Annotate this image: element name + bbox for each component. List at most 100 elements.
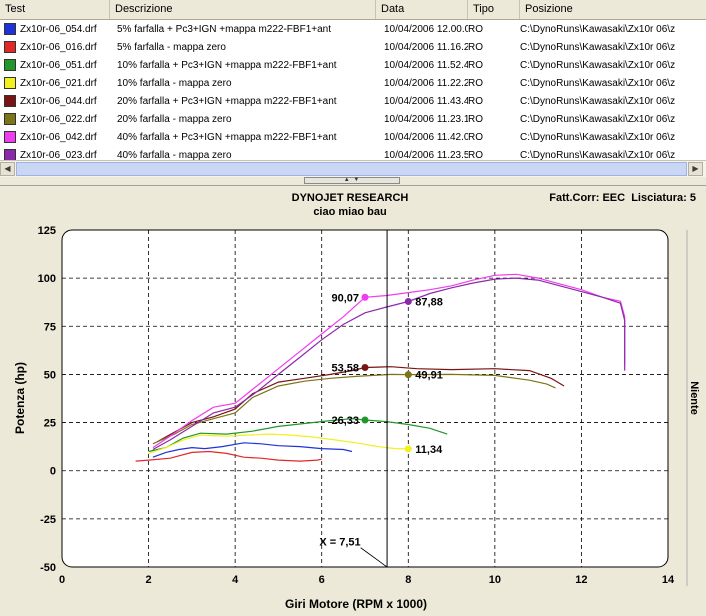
- cell-test: Zx10r-06_016.drf: [0, 41, 110, 53]
- scrollbar-thumb[interactable]: [16, 162, 687, 176]
- run-filename: Zx10r-06_042.drf: [20, 131, 97, 143]
- run-filename: Zx10r-06_021.drf: [20, 77, 97, 89]
- y-tick-label: 125: [38, 225, 56, 237]
- x-axis-label: Giri Motore (RPM x 1000): [285, 597, 427, 611]
- value-marker: [361, 416, 369, 424]
- cell-descrizione: 20% farfalla - mappa zero: [117, 113, 232, 125]
- y-tick-label: -25: [40, 514, 56, 526]
- scroll-right-icon[interactable]: ▶: [688, 162, 703, 176]
- cell-descrizione: 40% farfalla - mappa zero: [117, 149, 232, 161]
- plot-area: [61, 229, 669, 568]
- x-tick-label: 0: [59, 574, 65, 586]
- cell-test: Zx10r-06_021.drf: [0, 77, 110, 89]
- y-axis-label: Potenza (hp): [13, 362, 27, 434]
- y-tick-label: 25: [44, 418, 56, 430]
- cell-tipo: RO: [468, 149, 483, 161]
- value-marker: [404, 297, 412, 305]
- splitter-grip-icon[interactable]: ▲ ▼: [304, 177, 400, 184]
- cursor-label: X = 7,51: [319, 537, 360, 549]
- value-marker-label: 90,07: [331, 292, 359, 304]
- cell-posizione: C:\DynoRuns\Kawasaki\Zx10r 06\z: [520, 23, 676, 35]
- cell-posizione: C:\DynoRuns\Kawasaki\Zx10r 06\z: [520, 95, 676, 107]
- table-row[interactable]: Zx10r-06_021.drf 10% farfalla - mappa zer…: [0, 74, 706, 92]
- cell-descrizione: 10% farfalla + Pc3+IGN +mappa m222-FBF1+…: [117, 59, 337, 71]
- chart-title: DYNOJET RESEARCH: [292, 192, 409, 204]
- right-panel-label: Niente: [688, 381, 700, 415]
- cell-descrizione: 40% farfalla + Pc3+IGN +mappa m222-FBF1+…: [117, 131, 337, 143]
- table-row[interactable]: Zx10r-06_044.drf 20% farfalla + Pc3+IGN +…: [0, 92, 706, 110]
- cell-posizione: C:\DynoRuns\Kawasaki\Zx10r 06\z: [520, 59, 676, 71]
- cell-tipo: RO: [468, 113, 483, 125]
- cell-data: 10/04/2006 11.52.48: [384, 59, 468, 71]
- run-color-swatch[interactable]: [4, 131, 16, 143]
- value-marker-label: 49,91: [415, 370, 443, 382]
- cell-tipo: RO: [468, 95, 483, 107]
- run-color-swatch[interactable]: [4, 77, 16, 89]
- run-filename: Zx10r-06_054.drf: [20, 23, 97, 35]
- table-row[interactable]: Zx10r-06_022.drf 20% farfalla - mappa zer…: [0, 110, 706, 128]
- cell-data: 10/04/2006 11.23.50: [384, 149, 468, 161]
- table-body: Zx10r-06_054.drf 5% farfalla + Pc3+IGN +m…: [0, 20, 706, 161]
- run-filename: Zx10r-06_044.drf: [20, 95, 97, 107]
- cell-posizione: C:\DynoRuns\Kawasaki\Zx10r 06\z: [520, 41, 676, 53]
- column-header-descrizione[interactable]: Descrizione: [110, 0, 376, 19]
- x-tick-label: 8: [405, 574, 411, 586]
- table-row[interactable]: Zx10r-06_042.drf 40% farfalla + Pc3+IGN +…: [0, 128, 706, 146]
- cell-test: Zx10r-06_042.drf: [0, 131, 110, 143]
- run-color-swatch[interactable]: [4, 59, 16, 71]
- value-marker: [361, 364, 369, 372]
- table-row[interactable]: Zx10r-06_023.drf 40% farfalla - mappa zer…: [0, 146, 706, 161]
- cell-descrizione: 5% farfalla + Pc3+IGN +mappa m222-FBF1+a…: [117, 23, 331, 35]
- dyno-chart-panel: X = 7,51 90,07 87,88 53,58 49,91 26,33 11,34 …: [0, 186, 706, 616]
- value-marker-label: 11,34: [415, 444, 443, 456]
- column-header-posizione[interactable]: Posizione: [520, 0, 706, 19]
- cell-descrizione: 5% farfalla - mappa zero: [117, 41, 226, 53]
- column-header-test[interactable]: Test: [0, 0, 110, 19]
- cell-descrizione: 20% farfalla + Pc3+IGN +mappa m222-FBF1+…: [117, 95, 337, 107]
- cell-tipo: RO: [468, 41, 483, 53]
- cell-data: 10/04/2006 11.42.00: [384, 131, 468, 143]
- cell-test: Zx10r-06_054.drf: [0, 23, 110, 35]
- cell-test: Zx10r-06_051.drf: [0, 59, 110, 71]
- table-row[interactable]: Zx10r-06_051.drf 10% farfalla + Pc3+IGN +…: [0, 56, 706, 74]
- cell-data: 10/04/2006 11.16.22: [384, 41, 468, 53]
- value-marker-label: 26,33: [331, 415, 359, 427]
- table-header: Test Descrizione Data Tipo Posizione: [0, 0, 706, 20]
- x-tick-label: 12: [575, 574, 587, 586]
- correction-info: Fatt.Corr: EEC Lisciatura: 5: [549, 192, 696, 204]
- cell-data: 10/04/2006 11.23.18: [384, 113, 468, 125]
- y-tick-label: 0: [50, 466, 56, 478]
- cell-descrizione: 10% farfalla - mappa zero: [117, 77, 232, 89]
- cell-tipo: RO: [468, 23, 483, 35]
- horizontal-scrollbar[interactable]: ◀ ▶: [0, 160, 706, 177]
- run-color-swatch[interactable]: [4, 41, 16, 53]
- run-color-swatch[interactable]: [4, 95, 16, 107]
- y-tick-label: 75: [44, 321, 56, 333]
- scroll-left-icon[interactable]: ◀: [0, 162, 15, 176]
- cell-data: 10/04/2006 11.22.26: [384, 77, 468, 89]
- cell-posizione: C:\DynoRuns\Kawasaki\Zx10r 06\z: [520, 77, 676, 89]
- cell-posizione: C:\DynoRuns\Kawasaki\Zx10r 06\z: [520, 149, 676, 161]
- run-filename: Zx10r-06_051.drf: [20, 59, 97, 71]
- value-marker-label: 53,58: [331, 363, 359, 375]
- table-row[interactable]: Zx10r-06_054.drf 5% farfalla + Pc3+IGN +m…: [0, 20, 706, 38]
- y-tick-label: -50: [40, 562, 56, 574]
- y-tick-label: 100: [38, 273, 56, 285]
- run-color-swatch[interactable]: [4, 23, 16, 35]
- value-marker: [404, 445, 412, 453]
- x-tick-label: 14: [662, 574, 675, 586]
- panel-splitter[interactable]: ▲ ▼: [0, 177, 706, 186]
- table-row[interactable]: Zx10r-06_016.drf 5% farfalla - mappa zero…: [0, 38, 706, 56]
- cell-posizione: C:\DynoRuns\Kawasaki\Zx10r 06\z: [520, 131, 676, 143]
- cell-data: 10/04/2006 12.00.04: [384, 23, 468, 35]
- dyno-chart: X = 7,51 90,07 87,8853,5849,9126,3311,34 …: [13, 192, 700, 611]
- run-color-swatch[interactable]: [4, 113, 16, 125]
- cell-tipo: RO: [468, 131, 483, 143]
- column-header-data[interactable]: Data: [376, 0, 468, 19]
- value-marker: [404, 371, 412, 379]
- value-marker-label: 87,88: [415, 296, 443, 308]
- x-tick-label: 2: [146, 574, 152, 586]
- column-header-tipo[interactable]: Tipo: [468, 0, 520, 19]
- chart-subtitle: ciao miao bau: [313, 206, 386, 218]
- cell-data: 10/04/2006 11.43.42: [384, 95, 468, 107]
